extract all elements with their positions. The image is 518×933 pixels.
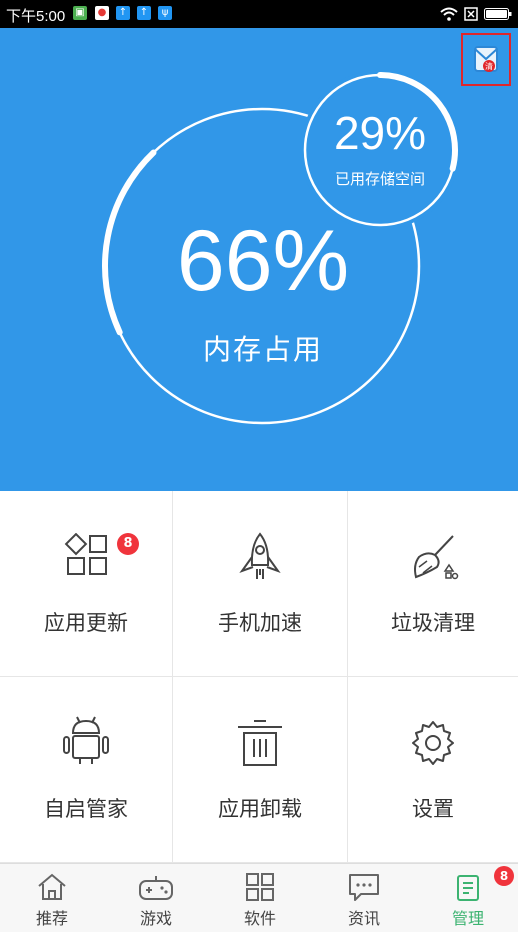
storage-percent: 29%	[333, 107, 427, 159]
tab-label: 资讯	[347, 909, 380, 928]
message-icon	[349, 874, 379, 901]
svg-text:清: 清	[485, 61, 493, 71]
update-count-badge: 8	[117, 533, 139, 555]
manage-icon	[457, 875, 479, 901]
gear-icon	[412, 721, 454, 765]
grid-item-label: 手机加速	[218, 611, 302, 635]
no-sim-icon	[464, 7, 478, 21]
grid-item-label: 应用卸载	[218, 797, 302, 821]
bottom-tab-bar: 推荐 游戏 软件 资讯 8 管理	[0, 863, 518, 932]
grid-item-app-uninstall[interactable]: 应用卸载	[173, 677, 348, 863]
memory-percent: 66%	[176, 213, 350, 309]
home-icon	[38, 873, 66, 900]
battery-icon	[484, 8, 512, 20]
rocket-icon	[239, 532, 281, 579]
grid-item-settings[interactable]: 设置	[348, 677, 518, 863]
status-time: 下午5:00	[6, 8, 66, 25]
usb-notification-icon: ψ	[158, 6, 172, 20]
wifi-icon	[440, 7, 458, 21]
memory-dashboard: 29% 已用存储空间 66% 内存占用 清	[0, 28, 518, 491]
grid-item-app-update[interactable]: 8 应用更新	[0, 491, 173, 677]
gamepad-icon	[139, 876, 173, 900]
float-window-button[interactable]: 清	[461, 33, 511, 86]
grid-item-label: 设置	[412, 797, 454, 821]
grid-item-junk-clean[interactable]: 垃圾清理	[348, 491, 518, 677]
tab-games[interactable]: 游戏	[104, 864, 208, 933]
apps-icon	[246, 873, 274, 901]
tab-software[interactable]: 软件	[208, 864, 312, 933]
tab-recommend[interactable]: 推荐	[0, 864, 104, 933]
trash-icon	[238, 720, 282, 766]
tab-label: 推荐	[35, 909, 68, 928]
wechat-notification-icon: ▣	[73, 6, 87, 20]
storage-label: 已用存储空间	[334, 170, 425, 188]
status-bar: 下午5:00 ▣ ● ↑ ↑ ψ	[0, 0, 518, 28]
tab-news[interactable]: 资讯	[312, 864, 416, 933]
tab-label: 管理	[451, 909, 484, 928]
grid-item-label: 自启管家	[44, 797, 128, 821]
tab-manage[interactable]: 8 管理	[416, 864, 518, 933]
tool-grid: 8 应用更新 手机加速 垃圾清理 自启管家 应用卸载 设置	[0, 491, 518, 863]
tab-label: 软件	[243, 909, 276, 928]
manage-count-badge: 8	[494, 866, 514, 886]
grid-item-phone-boost[interactable]: 手机加速	[173, 491, 348, 677]
upload-notification-icon-2: ↑	[137, 6, 151, 20]
grid-item-autostart-manager[interactable]: 自启管家	[0, 677, 173, 863]
tab-label: 游戏	[139, 909, 172, 928]
memory-label: 内存占用	[202, 333, 323, 366]
grid-item-label: 垃圾清理	[391, 611, 475, 635]
upload-notification-icon: ↑	[116, 6, 130, 20]
grid-item-label: 应用更新	[44, 611, 128, 635]
float-window-icon: 清	[474, 46, 498, 72]
app-update-icon	[64, 533, 107, 575]
broom-icon	[414, 535, 459, 580]
map-notification-icon: ●	[95, 6, 109, 20]
android-icon	[63, 716, 109, 764]
